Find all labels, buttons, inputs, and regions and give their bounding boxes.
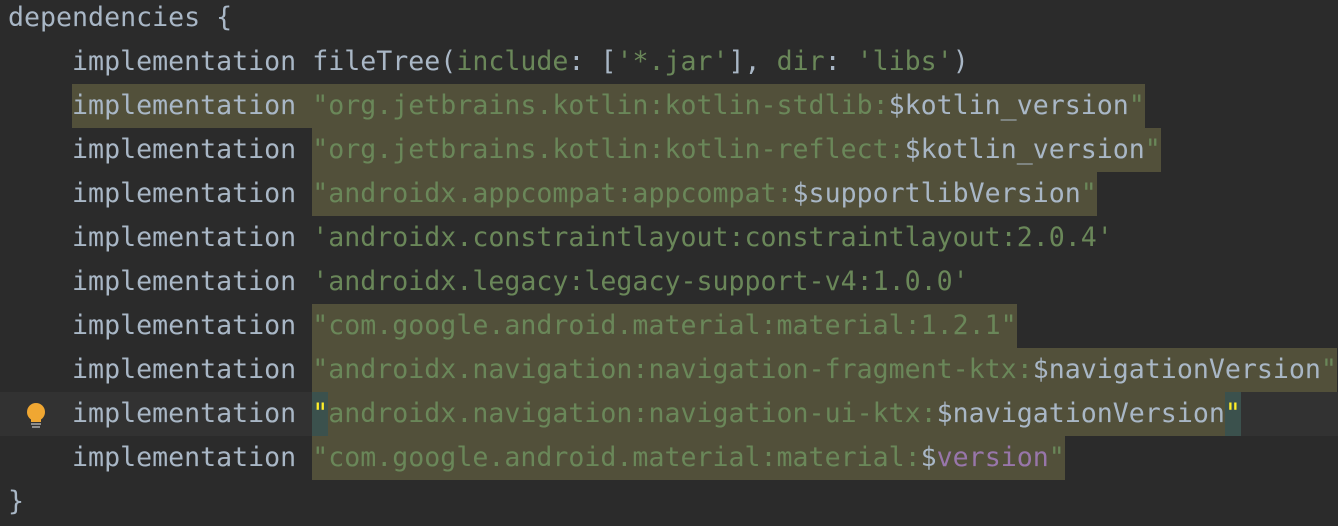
matched-quote: " — [1224, 392, 1241, 436]
code-line[interactable]: } — [0, 480, 1338, 524]
matched-quote: " — [312, 392, 329, 436]
code-text: } — [8, 486, 25, 517]
code-string: " — [1128, 84, 1145, 128]
code-text: $kotlin_version — [904, 128, 1145, 172]
code-string: " — [1144, 128, 1161, 172]
code-text: implementation — [8, 398, 313, 429]
code-text: ) — [952, 46, 969, 77]
code-string: "androidx.navigation:navigation-fragment… — [312, 348, 1033, 392]
code-string: dir — [776, 46, 825, 77]
code-line[interactable]: implementation "com.google.android.mater… — [0, 436, 1338, 480]
code-text: implementation — [72, 84, 313, 128]
code-line[interactable]: implementation "androidx.appcompat:appco… — [0, 172, 1338, 216]
code-string: '*.jar' — [616, 46, 729, 77]
code-text: $kotlin_version — [888, 84, 1129, 128]
code-string: " — [1320, 348, 1337, 392]
code-variable: version — [936, 436, 1049, 480]
code-text: : — [824, 46, 857, 77]
code-string: "org.jetbrains.kotlin:kotlin-stdlib: — [312, 84, 889, 128]
code-line[interactable]: implementation "org.jetbrains.kotlin:kot… — [0, 128, 1338, 172]
code-line[interactable]: implementation "androidx.navigation:navi… — [0, 348, 1338, 392]
code-string: include — [456, 46, 569, 77]
code-string: "com.google.android.material:material: — [312, 436, 921, 480]
code-string: "com.google.android.material:material:1.… — [312, 304, 1017, 348]
code-line[interactable]: implementation "com.google.android.mater… — [0, 304, 1338, 348]
code-line[interactable]: implementation fileTree(include: ['*.jar… — [0, 40, 1338, 84]
lightbulb-icon[interactable] — [24, 400, 48, 428]
code-line[interactable]: dependencies { — [0, 0, 1338, 40]
code-text: $navigationVersion — [1032, 348, 1321, 392]
code-string: 'androidx.constraintlayout:constraintlay… — [312, 222, 1113, 253]
code-text: implementation — [8, 178, 313, 209]
code-line[interactable]: implementation "org.jetbrains.kotlin:kot… — [0, 84, 1338, 128]
code-text: implementation — [8, 134, 313, 165]
code-string: " — [1048, 436, 1065, 480]
code-text: implementation — [8, 222, 313, 253]
code-text: implementation — [8, 354, 313, 385]
code-text: : [ — [568, 46, 617, 77]
code-line[interactable]: implementation 'androidx.legacy:legacy-s… — [0, 260, 1338, 304]
code-string: 'libs' — [856, 46, 953, 77]
code-string: androidx.navigation:navigation-ui-ktx: — [328, 392, 937, 436]
code-text: implementation — [8, 310, 313, 341]
code-text: $navigationVersion — [936, 392, 1225, 436]
code-string: "androidx.appcompat:appcompat: — [312, 172, 793, 216]
code-line[interactable]: implementation 'androidx.constraintlayou… — [0, 216, 1338, 260]
code-text: implementation — [8, 266, 313, 297]
code-editor[interactable]: dependencies { implementation fileTree(i… — [0, 0, 1338, 524]
code-string: " — [1080, 172, 1097, 216]
code-text: $ — [920, 436, 937, 480]
code-string: 'androidx.legacy:legacy-support-v4:1.0.0… — [312, 266, 969, 297]
code-text: implementation fileTree( — [8, 46, 457, 77]
code-text: ], — [728, 46, 777, 77]
code-string: "org.jetbrains.kotlin:kotlin-reflect: — [312, 128, 905, 172]
code-line-current[interactable]: implementation "androidx.navigation:navi… — [0, 392, 1338, 436]
code-text: dependencies { — [8, 2, 233, 33]
code-text: $supportlibVersion — [792, 172, 1081, 216]
code-text: implementation — [8, 442, 313, 473]
